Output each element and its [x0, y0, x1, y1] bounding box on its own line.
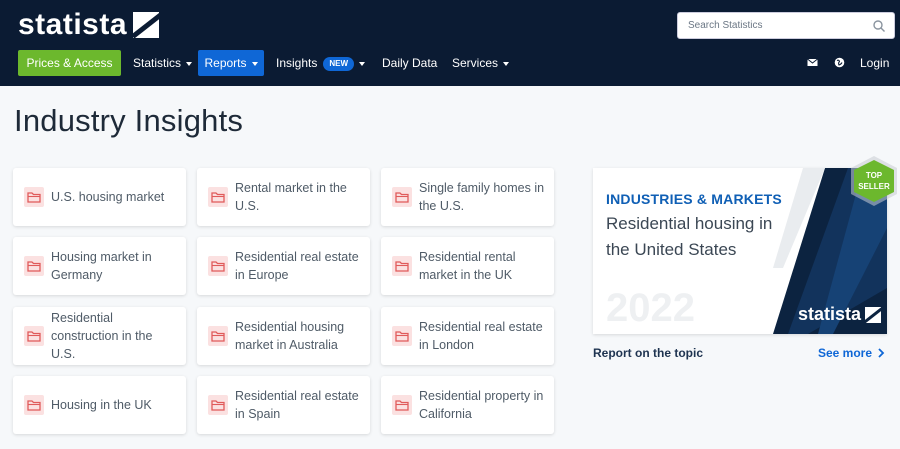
chevron-down-icon [503, 61, 510, 66]
prices-access-label: Prices & Access [26, 56, 113, 70]
industry-card-label: Residential real estate in Europe [235, 250, 359, 282]
new-badge: NEW [323, 56, 355, 71]
industry-card-label: Residential property in California [419, 389, 544, 421]
industry-card[interactable]: Residential rental market in the UK [381, 237, 554, 295]
nav-reports-label: Reports [204, 56, 247, 70]
report-promo-card[interactable]: INDUSTRIES & MARKETS Residential housing… [593, 168, 887, 334]
folder-icon [208, 395, 228, 415]
industry-card-label: Residential construction in the U.S. [51, 311, 153, 361]
chevron-down-icon [251, 61, 258, 66]
folder-icon [24, 187, 44, 207]
folder-icon [208, 187, 228, 207]
industry-card[interactable]: Single family homes in the U.S. [381, 168, 554, 226]
chevron-right-icon[interactable] [876, 347, 886, 359]
industry-card-label: Residential real estate in London [419, 320, 543, 352]
folder-icon [24, 395, 44, 415]
chevron-down-icon [359, 61, 366, 66]
login-label: Login [860, 56, 890, 70]
industry-card[interactable]: Residential real estate in Europe [197, 237, 370, 295]
top-seller-badge: TOP SELLER [849, 155, 899, 207]
nav-services-label: Services [452, 56, 499, 70]
report-on-topic-link[interactable]: Report on the topic [593, 346, 703, 360]
industry-card-label: Housing in the UK [51, 398, 152, 412]
search-placeholder: Search Statistics [688, 20, 763, 31]
industry-card-label: U.S. housing market [51, 190, 165, 204]
nav-daily-data[interactable]: Daily Data [382, 50, 437, 76]
industry-card-label: Residential real estate in Spain [235, 389, 359, 421]
industry-card-label: Single family homes in the U.S. [419, 181, 545, 213]
industry-card-label: Rental market in the U.S. [235, 181, 347, 213]
nav-services[interactable]: Services [452, 50, 510, 76]
promo-kicker: INDUSTRIES & MARKETS [606, 191, 782, 207]
top-seller-line2: SELLER [858, 182, 890, 191]
promo-title: Residential housing in the United States [606, 214, 773, 259]
globe-icon[interactable] [834, 57, 845, 68]
industry-card[interactable]: Residential real estate in Spain [197, 376, 370, 434]
industry-card[interactable]: Rental market in the U.S. [197, 168, 370, 226]
search-input[interactable]: Search Statistics [677, 12, 895, 39]
industry-card-label: Residential housing market in Australia [235, 320, 345, 352]
main-nav: Prices & Access Statistics Reports Insig… [0, 50, 900, 76]
promo-logo: statista [798, 304, 882, 325]
promo-logo-mark-icon [865, 306, 882, 323]
folder-icon [24, 326, 44, 346]
mail-icon[interactable] [807, 57, 818, 68]
page-title: Industry Insights [14, 103, 244, 138]
industry-card[interactable]: Housing in the UK [13, 376, 186, 434]
nav-daily-data-label: Daily Data [382, 56, 438, 70]
chevron-down-icon [186, 61, 193, 66]
folder-icon [208, 326, 228, 346]
nav-insights-label: Insights [276, 56, 318, 70]
folder-icon [392, 256, 412, 276]
statista-logo[interactable]: statista [18, 8, 160, 42]
industry-card-label: Housing market in Germany [51, 250, 152, 282]
industry-card[interactable]: U.S. housing market [13, 168, 186, 226]
logo-text: statista [18, 8, 128, 41]
top-seller-text: TOP SELLER [849, 170, 899, 192]
industry-card[interactable]: Housing market in Germany [13, 237, 186, 295]
folder-icon [392, 187, 412, 207]
folder-icon [392, 326, 412, 346]
prices-access-button[interactable]: Prices & Access [18, 50, 121, 76]
nav-reports[interactable]: Reports [198, 50, 264, 76]
folder-icon [24, 256, 44, 276]
promo-year: 2022 [606, 286, 695, 330]
industry-card[interactable]: Residential housing market in Australia [197, 307, 370, 365]
nav-statistics[interactable]: Statistics [133, 50, 193, 76]
industry-card[interactable]: Residential property in California [381, 376, 554, 434]
top-header: statista Search Statistics Prices & Acce… [0, 0, 900, 86]
top-seller-line1: TOP [865, 171, 883, 180]
logo-mark-icon [133, 12, 160, 38]
login-link[interactable]: Login [860, 50, 889, 76]
industry-card[interactable]: Residential real estate in London [381, 307, 554, 365]
search-icon[interactable] [872, 19, 886, 33]
industry-card[interactable]: Residential construction in the U.S. [13, 307, 186, 365]
folder-icon [392, 395, 412, 415]
promo-logo-text: statista [798, 304, 862, 324]
nav-insights[interactable]: Insights NEW [276, 50, 366, 76]
nav-statistics-label: Statistics [133, 56, 182, 70]
see-more-link[interactable]: See more [818, 346, 872, 360]
folder-icon [208, 256, 228, 276]
industry-card-label: Residential rental market in the UK [419, 250, 516, 282]
